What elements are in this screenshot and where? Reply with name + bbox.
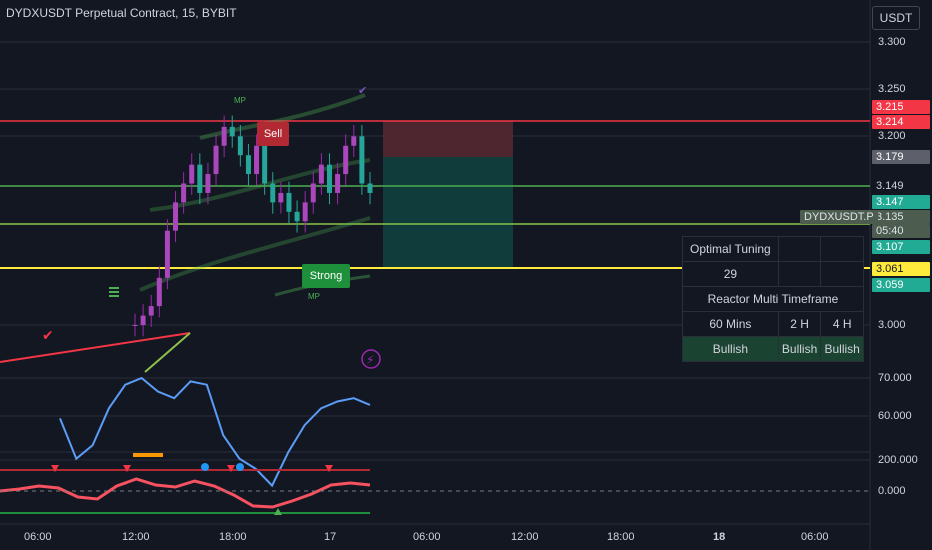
check-marker: ✔ <box>42 327 54 343</box>
x-tick: 06:00 <box>413 531 441 543</box>
candle-body <box>140 315 146 325</box>
candle-body <box>237 136 243 156</box>
table-empty-cell <box>777 261 822 287</box>
osc2-marker-orange <box>133 453 163 457</box>
oscillator-2-line <box>0 477 371 509</box>
osc2-up-triangle <box>274 508 282 515</box>
table-empty-cell <box>820 236 864 262</box>
candle-body <box>302 202 308 222</box>
table-empty-cell <box>820 261 864 287</box>
candle-body <box>148 306 154 316</box>
mp-label-top: MP <box>234 96 246 105</box>
osc1-y-tick: 60.000 <box>878 410 912 422</box>
candle-body <box>294 211 300 222</box>
osc1-y-tick: 70.000 <box>878 372 912 384</box>
candle-body <box>278 192 284 203</box>
mp-label-bottom: MP <box>308 292 320 301</box>
x-tick: 17 <box>324 531 337 543</box>
trend-60: Bullish <box>682 336 779 362</box>
price-tag: 3.215 <box>872 100 930 114</box>
price-tag: 3.214 <box>872 115 930 129</box>
candle-body <box>221 126 227 146</box>
x-tick: 12:00 <box>122 531 150 543</box>
candle-body <box>156 277 162 307</box>
ticker-tag: DYDXUSDT.P <box>800 210 878 224</box>
osc2-y-tick: 0.000 <box>878 485 906 497</box>
price-tag: 3.059 <box>872 278 930 292</box>
candle-body <box>286 192 292 212</box>
candle-body <box>164 230 170 278</box>
timeframe-4h: 4 H <box>820 311 864 337</box>
candle-body <box>318 164 324 184</box>
x-tick: 12:00 <box>511 531 539 543</box>
x-tick: 18:00 <box>219 531 247 543</box>
y-tick: 3.250 <box>878 83 906 95</box>
candle-body <box>205 174 211 193</box>
candle-body <box>351 136 357 146</box>
candle-body <box>262 145 268 184</box>
timeframe-60: 60 Mins <box>682 311 779 337</box>
chart-title: DYDXUSDT Perpetual Contract, 15, BYBIT <box>6 6 237 20</box>
strong-label: Strong <box>302 264 350 288</box>
optimal-tuning-label: Optimal Tuning <box>682 236 779 262</box>
x-tick: 06:00 <box>24 531 52 543</box>
candle-body <box>270 183 276 203</box>
candle-body <box>326 164 332 193</box>
osc2-dot-1 <box>201 463 209 471</box>
candle-body <box>310 183 316 203</box>
price-tag: 3.135 <box>872 210 930 224</box>
candle-body <box>343 145 349 175</box>
candle-body <box>229 126 235 137</box>
osc2-y-tick: 200.000 <box>878 454 918 466</box>
candle-body <box>254 145 260 175</box>
candle-body <box>245 155 251 175</box>
candle-body <box>189 164 195 184</box>
sell-label: Sell <box>257 122 289 146</box>
bars-icon <box>109 287 119 297</box>
osc2-dot-2 <box>236 463 244 471</box>
y-tick: 3.000 <box>878 319 906 331</box>
candle-body <box>173 202 179 231</box>
reactor-table: Optimal Tuning 29 Reactor Multi Timefram… <box>682 236 864 362</box>
candle-body <box>197 164 203 193</box>
candle-body <box>213 145 219 175</box>
table-empty-cell <box>777 236 822 262</box>
price-tag: 3.107 <box>872 240 930 254</box>
trend-4h: Bullish <box>820 336 864 362</box>
trend-2h: Bullish <box>777 336 822 362</box>
countdown-tag: 05:40 <box>872 224 930 238</box>
price-tag: 3.147 <box>872 195 930 209</box>
candle-body <box>181 183 187 203</box>
timeframe-2h: 2 H <box>777 311 822 337</box>
price-tag: 3.179 <box>872 150 930 164</box>
price-tag: 3.061 <box>872 262 930 276</box>
candle-body <box>367 183 373 193</box>
target-zone <box>383 157 513 268</box>
y-tick: 3.200 <box>878 130 906 142</box>
stop-zone <box>383 121 513 157</box>
check-marker-2: ✔ <box>358 85 367 97</box>
x-tick: 06:00 <box>801 531 829 543</box>
candle-body <box>359 136 365 184</box>
candle-body <box>132 325 138 326</box>
currency-button[interactable]: USDT <box>872 6 920 30</box>
y-tick: 3.300 <box>878 36 906 48</box>
x-tick: 18:00 <box>607 531 635 543</box>
lightning-glyph: ⚡ <box>366 353 374 367</box>
multi-timeframe-label: Reactor Multi Timeframe <box>682 286 864 312</box>
price-tag: 3.149 <box>872 179 930 193</box>
candle-body <box>335 174 341 193</box>
x-tick: 18 <box>713 531 726 543</box>
optimal-tuning-value: 29 <box>682 261 779 287</box>
